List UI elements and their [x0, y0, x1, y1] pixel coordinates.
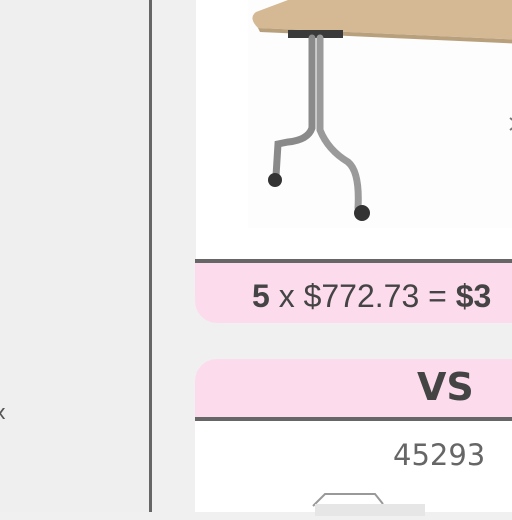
price-line: 5 x $772.73 = $3 [252, 278, 491, 315]
main-content: 5 x $772.73 = $3 VS 45293 [152, 0, 512, 516]
unit-price: $772.73 [303, 278, 420, 314]
product-card[interactable] [196, 0, 512, 262]
quantity-value: 5 [252, 278, 270, 314]
times-sign: x [278, 278, 295, 314]
close-icon[interactable]: x [0, 400, 6, 424]
compare-card[interactable]: 45293 [195, 421, 512, 516]
equals-sign: = [428, 278, 447, 314]
folding-table-icon[interactable] [248, 0, 512, 228]
vs-label: VS [417, 365, 474, 409]
price-summary-bar: 5 x $772.73 = $3 [195, 259, 512, 323]
left-panel: x [0, 0, 149, 512]
total-price: $3 [455, 278, 492, 314]
compare-item-id: 45293 [393, 438, 486, 472]
vs-header: VS [195, 359, 512, 421]
